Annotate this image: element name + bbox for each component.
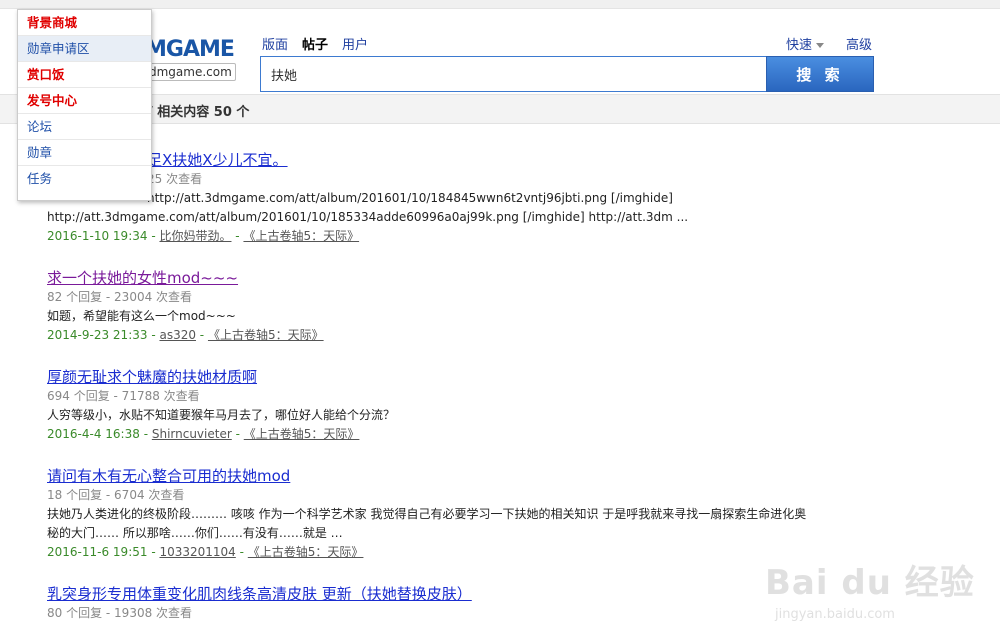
site-logo[interactable]: MGAME dmgame.com <box>145 37 245 87</box>
result-forum[interactable]: 《上古卷轴5：天际》 <box>243 229 359 243</box>
result-meta: 80 个回复 - 19308 次查看 <box>47 606 193 620</box>
list-item: 厚颜无耻求个魅魔的扶她材质啊 694 个回复 - 71788 次查看 人穷等级小… <box>47 367 867 444</box>
menu-item-forum[interactable]: 论坛 <box>18 114 151 140</box>
tab-users[interactable]: 用户 <box>342 34 368 53</box>
result-snippet-2: 秘的大门…… 所以那啥……你们……有没有……就是 … <box>47 526 343 540</box>
result-title[interactable]: 请问有木有无心整合可用的扶她mod <box>47 466 867 486</box>
results-list: 足X扶她X少儿不宜。 25 次查看 http://att.3dmgame.com… <box>47 150 867 643</box>
result-date: 2014-9-23 21:33 <box>47 328 148 342</box>
result-snippet: 如题，希望能有这么一个mod~~~ <box>47 309 236 323</box>
tab-boards[interactable]: 版面 <box>262 34 288 53</box>
result-snippet: 扶她乃人类进化的终极阶段……… 咳咳 作为一个科学艺术家 我觉得自己有必要学习一… <box>47 507 807 521</box>
result-meta: 18 个回复 - 6704 次查看 <box>47 488 185 502</box>
result-author[interactable]: 比你妈带劲。 <box>159 229 231 243</box>
result-footer: 2016-11-6 19:51 - 1033201104 - 《上古卷轴5：天际… <box>47 545 364 559</box>
result-author[interactable]: 1033201104 <box>159 545 235 559</box>
logo-url: dmgame.com <box>145 63 236 81</box>
chevron-down-icon <box>816 43 825 48</box>
logo-text: MGAME <box>145 37 235 62</box>
result-author[interactable]: Shirncuvieter <box>152 427 232 441</box>
list-item: 请问有木有无心整合可用的扶她mod 18 个回复 - 6704 次查看 扶她乃人… <box>47 466 867 562</box>
watermark-text: Bai du 经验 <box>765 563 975 603</box>
result-date: 2016-4-4 16:38 <box>47 427 140 441</box>
search-input[interactable] <box>261 57 768 91</box>
watermark-url: jingyan.baidu.com <box>775 607 895 622</box>
tab-posts[interactable]: 帖子 <box>302 34 328 53</box>
list-item: 求一个扶她的女性mod~~~ 82 个回复 - 23004 次查看 如题，希望能… <box>47 268 867 345</box>
menu-item-reward[interactable]: 赏口饭 <box>18 62 151 88</box>
result-forum[interactable]: 《上古卷轴5：天际》 <box>208 328 324 342</box>
result-date: 2016-1-10 19:34 <box>47 229 148 243</box>
list-item: 足X扶她X少儿不宜。 25 次查看 http://att.3dmgame.com… <box>47 150 867 246</box>
quick-dropdown[interactable]: 快速 <box>786 34 825 53</box>
result-snippet: 人穷等级小，水贴不知道要猴年马月去了，哪位好人能给个分流？ <box>47 408 396 422</box>
result-footer: 2016-4-4 16:38 - Shirncuvieter - 《上古卷轴5：… <box>47 427 360 441</box>
result-meta: 694 个回复 - 71788 次查看 <box>47 389 200 403</box>
menu-item-key-center[interactable]: 发号中心 <box>18 88 151 114</box>
result-title[interactable]: 足X扶她X少儿不宜。 <box>47 150 867 170</box>
result-forum[interactable]: 《上古卷轴5：天际》 <box>244 427 360 441</box>
quick-label: 快速 <box>786 38 813 53</box>
baidu-watermark: Bai du 经验 jingyan.baidu.com <box>765 535 995 635</box>
result-footer: 2014-9-23 21:33 - as320 - 《上古卷轴5：天际》 <box>47 328 324 342</box>
menu-item-medals[interactable]: 勋章 <box>18 140 151 166</box>
result-forum[interactable]: 《上古卷轴5：天际》 <box>248 545 364 559</box>
result-snippet: http://att.3dmgame.com/att/album/201601/… <box>147 191 673 205</box>
result-date: 2016-11-6 19:51 <box>47 545 148 559</box>
search-box <box>260 56 768 92</box>
search-tabs: 版面 帖子 用户 <box>262 34 368 53</box>
menu-item-medal-apply[interactable]: 勋章申请区 <box>18 36 151 62</box>
result-footer: 2016-1-10 19:34 - 比你妈带劲。 - 《上古卷轴5：天际》 <box>47 229 360 243</box>
result-title[interactable]: 求一个扶她的女性mod~~~ <box>47 268 867 288</box>
list-item: 乳突身形专用体重变化肌肉线条高清皮肤 更新（扶她替换皮肤） 80 个回复 - 1… <box>47 584 867 623</box>
menu-item-background-store[interactable]: 背景商城 <box>18 10 151 36</box>
result-meta: 82 个回复 - 23004 次查看 <box>47 290 193 304</box>
dropdown-menu: 背景商城 勋章申请区 赏口饭 发号中心 论坛 勋章 任务 <box>17 9 152 201</box>
result-snippet-2: http://att.3dmgame.com/att/album/201601/… <box>47 210 689 224</box>
menu-item-tasks[interactable]: 任务 <box>18 166 151 192</box>
results-summary: / 相关内容 50 个 <box>148 105 250 120</box>
result-title[interactable]: 乳突身形专用体重变化肌肉线条高清皮肤 更新（扶她替换皮肤） <box>47 584 867 604</box>
advanced-search-link[interactable]: 高级 <box>846 34 872 53</box>
result-title[interactable]: 厚颜无耻求个魅魔的扶她材质啊 <box>47 367 867 387</box>
top-strip <box>0 0 1000 9</box>
result-meta: 25 次查看 <box>147 172 203 186</box>
result-author[interactable]: as320 <box>159 328 196 342</box>
search-button[interactable]: 搜 索 <box>766 56 874 92</box>
